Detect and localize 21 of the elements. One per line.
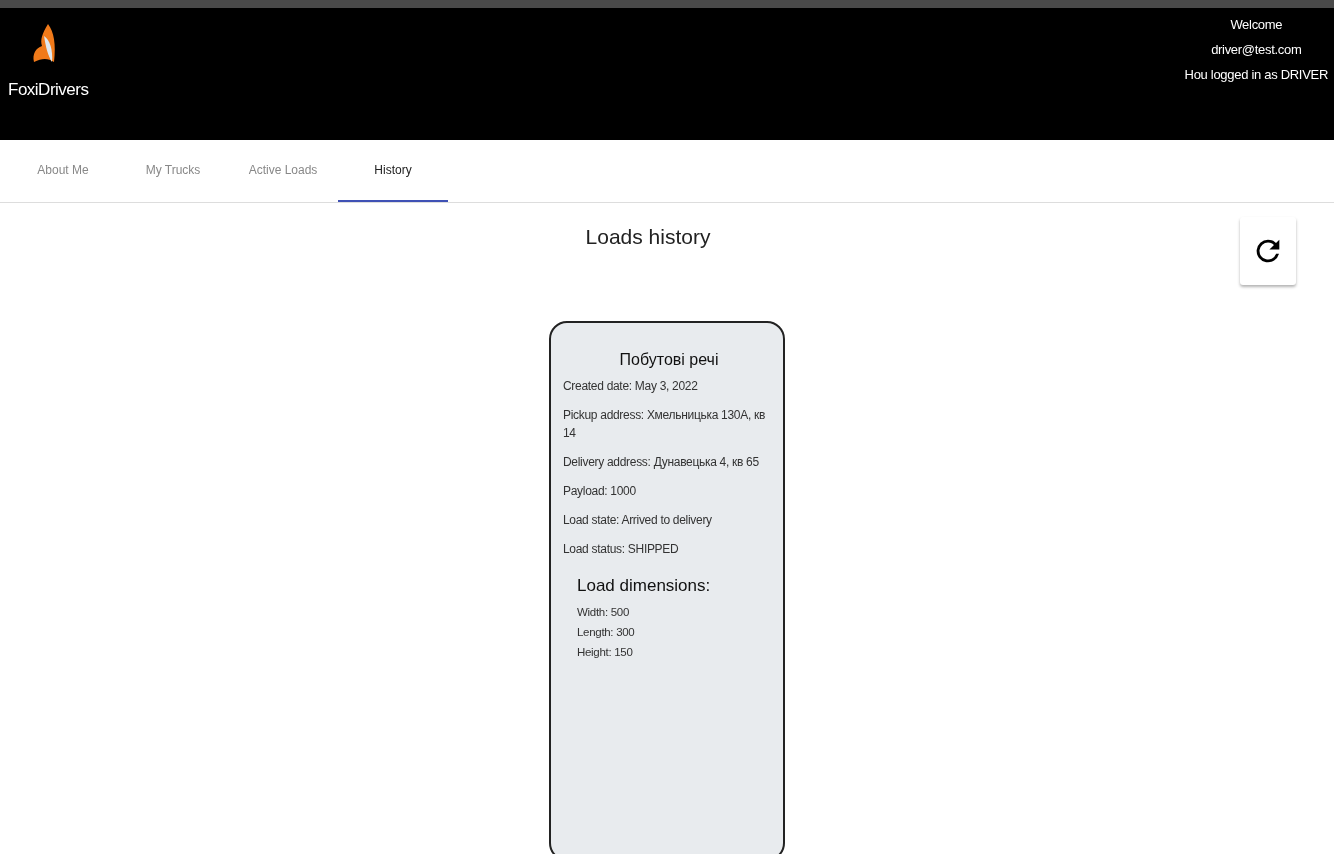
load-field: Created date: May 3, 2022 [563, 377, 775, 395]
dimension-field: Length: 300 [577, 626, 775, 638]
load-field: Pickup address: Хмельницька 130А, кв 14 [563, 406, 775, 442]
nav-tab[interactable]: Active Loads [228, 140, 338, 202]
load-field: Payload: 1000 [563, 482, 775, 500]
nav-tab[interactable]: History [338, 140, 448, 202]
load-field: Delivery address: Дунавецька 4, кв 65 [563, 453, 775, 471]
nav-tab[interactable]: About Me [8, 140, 118, 202]
nav-tab[interactable]: My Trucks [118, 140, 228, 202]
user-info-text: Welcome [1230, 16, 1283, 34]
user-info-text: Hou logged in as DRIVER [1184, 66, 1328, 84]
user-info-text: driver@test.com [1211, 41, 1302, 59]
page-title: Loads history [584, 225, 712, 249]
dimension-field: Height: 150 [577, 646, 775, 658]
load-name: Побутові речі [618, 351, 720, 369]
load-field: Load state: Arrived to delivery [563, 511, 775, 529]
dimension-field: Width: 500 [577, 606, 775, 618]
dimensions-heading: Load dimensions: [577, 576, 712, 596]
brand-name: FoxiDrivers [8, 80, 89, 100]
refresh-button[interactable] [1240, 217, 1296, 285]
load-field: Load status: SHIPPED [563, 540, 775, 558]
